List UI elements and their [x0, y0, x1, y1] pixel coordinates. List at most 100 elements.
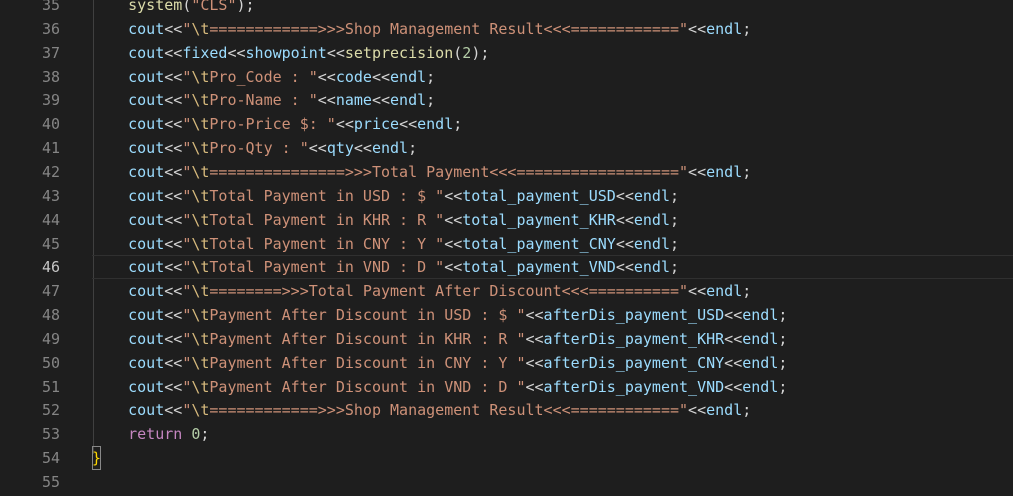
code-token: Total Payment in KHR : R "	[209, 210, 445, 229]
line-code[interactable]: cout<<"\tPro_Code : "<<code<<endl;	[92, 65, 1013, 89]
code-line[interactable]: 52 cout<<"\t============>>>Shop Manageme…	[0, 398, 1013, 422]
code-token: <<	[335, 115, 354, 134]
code-line[interactable]: 39 cout<<"\tPro-Name : "<<name<<endl;	[0, 88, 1013, 112]
line-code[interactable]: cout<<"\tPro-Name : "<<name<<endl;	[92, 88, 1013, 112]
code-token: \t	[191, 234, 210, 253]
code-line[interactable]: 54}	[0, 446, 1013, 471]
line-number: 43	[41, 186, 60, 205]
code-token: ;	[426, 67, 436, 86]
code-line[interactable]: 48 cout<<"\tPayment After Discount in US…	[0, 303, 1013, 327]
code-token: return	[128, 425, 183, 444]
code-line[interactable]: 46 cout<<"\tTotal Payment in VND : D "<<…	[0, 255, 1013, 280]
code-editor[interactable]: 35 system("CLS"); 36 cout<<"\t===========…	[0, 0, 1013, 496]
code-token: "	[182, 186, 192, 205]
line-code[interactable]: }	[92, 446, 1013, 471]
code-token: <<	[317, 91, 336, 110]
code-token: cout	[128, 377, 165, 396]
code-line[interactable]: 43 cout<<"\tTotal Payment in USD : $ "<<…	[0, 184, 1013, 208]
line-code[interactable]: system("CLS");	[92, 0, 1013, 17]
line-code[interactable]: cout<<"\tTotal Payment in KHR : R "<<tot…	[92, 208, 1013, 232]
code-line[interactable]: 51 cout<<"\tPayment After Discount in VN…	[0, 375, 1013, 399]
code-line[interactable]: 42 cout<<"\t===============>>>Total Paym…	[0, 160, 1013, 184]
code-token: <<	[444, 210, 463, 229]
code-line[interactable]: 53 return 0;	[0, 422, 1013, 446]
code-token: <<	[164, 210, 183, 229]
line-code[interactable]: cout<<"\tPayment After Discount in CNY :…	[92, 351, 1013, 375]
code-token: afterDis_payment_KHR	[543, 329, 725, 348]
code-token: endl	[706, 19, 743, 38]
code-token: 2	[462, 43, 472, 62]
line-code[interactable]: return 0;	[92, 422, 1013, 446]
code-token: ;	[778, 329, 788, 348]
line-code[interactable]: cout<<"\tTotal Payment in USD : $ "<<tot…	[92, 184, 1013, 208]
code-token: <<	[164, 43, 183, 62]
code-token: Payment After Discount in USD : $ "	[209, 306, 526, 325]
line-code[interactable]	[92, 470, 1013, 494]
code-token: <<	[371, 91, 391, 110]
line-number: 41	[41, 139, 60, 158]
line-code[interactable]: cout<<"\t========>>>Total Payment After …	[92, 279, 1013, 303]
line-code[interactable]: cout<<"\tPayment After Discount in KHR :…	[92, 327, 1013, 351]
code-token: Pro-Price $: "	[209, 115, 336, 134]
line-code[interactable]: cout<<fixed<<showpoint<<setprecision(2);	[92, 41, 1013, 65]
code-line[interactable]: 55	[0, 470, 1013, 494]
code-token: endl	[742, 306, 779, 325]
line-code[interactable]: cout<<"\t============>>>Shop Management …	[92, 17, 1013, 41]
code-token: ;	[778, 353, 788, 372]
line-code[interactable]: cout<<"\tPro-Price $: "<<price<<endl;	[92, 112, 1013, 136]
code-token: ===============>>>Total Payment<<<======…	[209, 162, 689, 181]
code-line[interactable]: 49 cout<<"\tPayment After Discount in KH…	[0, 327, 1013, 351]
code-token: endl	[633, 186, 670, 205]
code-line[interactable]: 45 cout<<"\tTotal Payment in CNY : Y "<<…	[0, 232, 1013, 256]
code-token: <<	[724, 353, 743, 372]
code-token: \t	[191, 401, 210, 420]
code-token: endl	[390, 67, 427, 86]
code-token: );	[236, 0, 255, 14]
code-token: afterDis_payment_CNY	[543, 353, 725, 372]
code-line[interactable]: 35 system("CLS");	[0, 0, 1013, 17]
line-code[interactable]: cout<<"\tPro-Qty : "<<qty<<endl;	[92, 136, 1013, 160]
code-token: endl	[417, 115, 454, 134]
code-token: <<	[724, 329, 743, 348]
code-token: <<	[164, 162, 183, 181]
code-line[interactable]: 38 cout<<"\tPro_Code : "<<code<<endl;	[0, 65, 1013, 89]
code-token: <<	[525, 306, 544, 325]
line-number: 37	[41, 43, 60, 62]
code-line[interactable]: 41 cout<<"\tPro-Qty : "<<qty<<endl;	[0, 136, 1013, 160]
code-token: <<	[227, 43, 246, 62]
code-token: Payment After Discount in VND : D "	[209, 377, 526, 396]
code-token: \t	[191, 282, 210, 301]
code-token: showpoint	[245, 43, 327, 62]
line-code[interactable]: cout<<"\tTotal Payment in CNY : Y "<<tot…	[92, 232, 1013, 256]
code-token: Pro-Name : "	[209, 91, 318, 110]
code-line[interactable]: 37 cout<<fixed<<showpoint<<setprecision(…	[0, 41, 1013, 65]
code-token: \t	[191, 162, 210, 181]
line-code[interactable]: cout<<"\tTotal Payment in VND : D "<<tot…	[92, 255, 1013, 280]
code-line[interactable]: 50 cout<<"\tPayment After Discount in CN…	[0, 351, 1013, 375]
line-code[interactable]: cout<<"\t============>>>Shop Management …	[92, 398, 1013, 422]
line-code[interactable]: cout<<"\tPayment After Discount in VND :…	[92, 375, 1013, 399]
code-token: cout	[128, 401, 165, 420]
code-token: <<	[525, 377, 544, 396]
code-token: <<	[317, 67, 336, 86]
code-line[interactable]: 40 cout<<"\tPro-Price $: "<<price<<endl;	[0, 112, 1013, 136]
line-code[interactable]: cout<<"\tPayment After Discount in USD :…	[92, 303, 1013, 327]
code-line[interactable]: 44 cout<<"\tTotal Payment in KHR : R "<<…	[0, 208, 1013, 232]
code-token: ;	[778, 377, 788, 396]
code-token: <<	[164, 282, 183, 301]
code-token: (	[182, 0, 192, 14]
code-token: endl	[633, 210, 670, 229]
code-line[interactable]: 47 cout<<"\t========>>>Total Payment Aft…	[0, 279, 1013, 303]
code-token: <<	[371, 67, 391, 86]
line-number: 47	[41, 282, 60, 301]
code-token: cout	[128, 19, 165, 38]
line-code[interactable]: cout<<"\t===============>>>Total Payment…	[92, 160, 1013, 184]
code-token: <<	[724, 306, 743, 325]
code-line[interactable]: 36 cout<<"\t============>>>Shop Manageme…	[0, 17, 1013, 41]
code-token: "	[182, 329, 192, 348]
code-token: <<	[164, 306, 183, 325]
